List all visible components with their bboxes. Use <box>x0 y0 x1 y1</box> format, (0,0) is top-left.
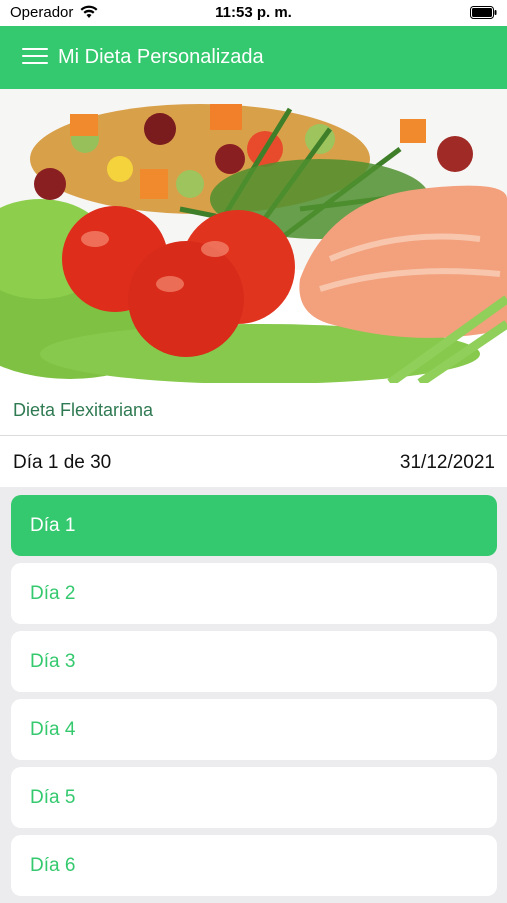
day-item-label: Día 4 <box>30 719 76 740</box>
day-list: Día 1 Día 2 Día 3 Día 4 Día 5 Día 6 <box>11 495 497 903</box>
day-item-label: Día 5 <box>30 787 76 808</box>
day-progress-label: Día 1 de 30 <box>13 452 112 473</box>
day-item-6[interactable]: Día 6 <box>11 835 497 896</box>
page-title: Mi Dieta Personalizada <box>58 46 264 68</box>
status-bar: Operador 11:53 p. m. <box>0 0 507 26</box>
day-item-1[interactable]: Día 1 <box>11 495 497 556</box>
day-item-label: Día 2 <box>30 583 76 604</box>
status-time: 11:53 p. m. <box>215 4 292 21</box>
day-item-2[interactable]: Día 2 <box>11 563 497 624</box>
hamburger-menu-icon[interactable] <box>22 48 48 66</box>
day-item-label: Día 1 <box>30 515 76 536</box>
day-counter-row: Día 1 de 30 31/12/2021 <box>0 436 507 487</box>
day-item-5[interactable]: Día 5 <box>11 767 497 828</box>
battery-icon <box>470 6 497 19</box>
day-item-label: Día 3 <box>30 651 76 672</box>
day-item-4[interactable]: Día 4 <box>11 699 497 760</box>
diet-end-date: 31/12/2021 <box>399 452 495 473</box>
day-item-3[interactable]: Día 3 <box>11 631 497 692</box>
day-item-label: Día 6 <box>30 855 76 876</box>
diet-name-row: Dieta Flexitariana <box>0 383 507 436</box>
food-plate-image <box>0 89 507 383</box>
app-header: Mi Dieta Personalizada <box>0 26 507 89</box>
hero-image <box>0 89 507 383</box>
diet-name: Dieta Flexitariana <box>13 400 154 420</box>
